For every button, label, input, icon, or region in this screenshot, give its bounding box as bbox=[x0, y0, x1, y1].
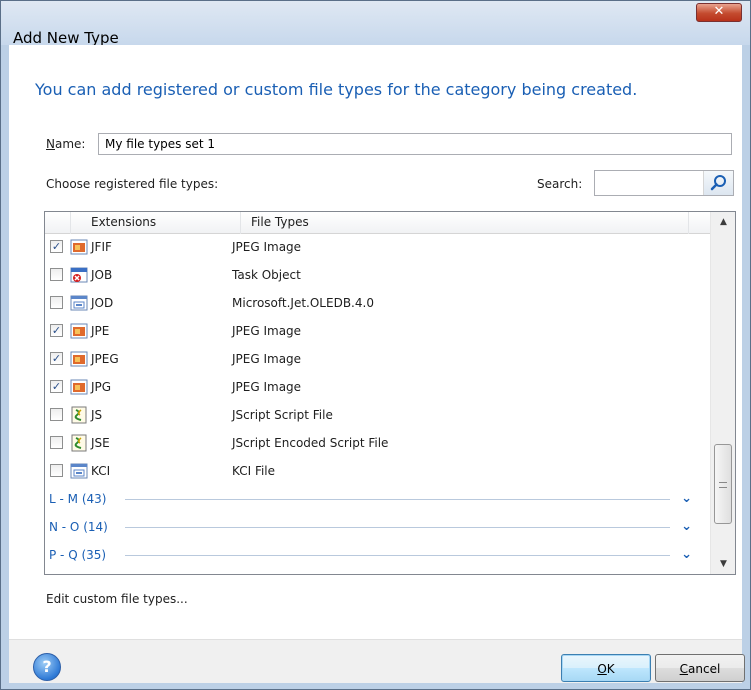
generic-app-icon bbox=[70, 294, 88, 312]
row-file-type: Task Object bbox=[232, 268, 301, 282]
list-row[interactable]: JSE JScript Encoded Script File bbox=[45, 430, 710, 458]
file-types-list: Extensions File Types ✓ JFIF JPEG Image JOB… bbox=[44, 211, 736, 575]
row-extension: JFIF bbox=[91, 240, 112, 254]
row-extension: JOB bbox=[91, 268, 113, 282]
row-checkbox[interactable] bbox=[50, 268, 63, 281]
list-row[interactable]: JOD Microsoft.Jet.OLEDB.4.0 bbox=[45, 290, 710, 318]
group-label: N - O (14) bbox=[49, 520, 114, 534]
group-divider bbox=[125, 499, 670, 500]
row-extension: JS bbox=[91, 408, 103, 422]
scroll-up-arrow[interactable]: ▲ bbox=[711, 212, 735, 232]
chevron-down-icon[interactable]: ⌄ bbox=[681, 491, 692, 506]
list-row[interactable]: ✓ JPG JPEG Image bbox=[45, 374, 710, 402]
jpeg-image-icon bbox=[70, 322, 88, 340]
scroll-thumb[interactable] bbox=[714, 444, 732, 524]
row-extension: KCI bbox=[91, 464, 111, 478]
header-checkbox-column bbox=[45, 212, 71, 234]
group-header[interactable]: N - O (14) ⌄ bbox=[45, 514, 710, 542]
edit-custom-file-types-link[interactable]: Edit custom file types... bbox=[46, 592, 188, 606]
row-checkbox[interactable]: ✓ bbox=[50, 380, 63, 393]
row-file-type: JPEG Image bbox=[232, 352, 302, 366]
vertical-scrollbar[interactable]: ▲ ▼ bbox=[710, 212, 735, 574]
name-field[interactable]: My file types set 1 bbox=[98, 133, 732, 155]
row-checkbox[interactable]: ✓ bbox=[50, 240, 63, 253]
column-header-extensions[interactable]: Extensions bbox=[71, 212, 241, 234]
group-header[interactable]: P - Q (35) ⌄ bbox=[45, 542, 710, 570]
group-divider bbox=[125, 527, 670, 528]
instruction-text: You can add registered or custom file ty… bbox=[35, 80, 638, 99]
search-icon bbox=[710, 175, 726, 191]
row-file-type: Microsoft.Jet.OLEDB.4.0 bbox=[232, 296, 374, 310]
row-extension: JSE bbox=[91, 436, 110, 450]
title-bar: Add New Type ✕ bbox=[1, 1, 750, 47]
name-label: Name: bbox=[46, 137, 86, 151]
scroll-down-arrow[interactable]: ▼ bbox=[711, 554, 735, 574]
row-extension: JPEG bbox=[91, 352, 119, 366]
jpeg-image-icon bbox=[70, 378, 88, 396]
cancel-button[interactable]: Cancel bbox=[655, 654, 745, 682]
scroll-grip-icon bbox=[719, 482, 727, 488]
row-file-type: JScript Script File bbox=[232, 408, 333, 422]
jpeg-image-icon bbox=[70, 350, 88, 368]
help-icon[interactable]: ? bbox=[33, 653, 61, 681]
task-object-icon bbox=[70, 266, 88, 284]
row-extension: JOD bbox=[91, 296, 114, 310]
dialog-window: Add New Type ✕ You can add registered or… bbox=[0, 0, 751, 690]
list-header: Extensions File Types bbox=[45, 212, 710, 234]
row-checkbox[interactable]: ✓ bbox=[50, 324, 63, 337]
choose-file-types-label: Choose registered file types: bbox=[46, 177, 219, 191]
chevron-down-icon[interactable]: ⌄ bbox=[681, 519, 692, 534]
search-button[interactable] bbox=[703, 171, 733, 195]
list-row[interactable]: ✓ JFIF JPEG Image bbox=[45, 234, 710, 262]
row-checkbox[interactable] bbox=[50, 408, 63, 421]
row-file-type: JPEG Image bbox=[232, 380, 302, 394]
row-checkbox[interactable] bbox=[50, 436, 63, 449]
list-row[interactable]: KCI KCI File bbox=[45, 458, 710, 486]
generic-app-icon bbox=[70, 462, 88, 480]
row-file-type: JPEG Image bbox=[232, 240, 302, 254]
ok-button[interactable]: OK bbox=[561, 654, 651, 682]
group-divider bbox=[125, 555, 670, 556]
column-header-file-types[interactable]: File Types bbox=[241, 212, 689, 234]
group-label: L - M (43) bbox=[49, 492, 113, 506]
search-input[interactable] bbox=[595, 171, 699, 195]
dialog-footer: ? OK Cancel bbox=[9, 639, 745, 683]
search-box bbox=[594, 170, 734, 196]
row-file-type: JScript Encoded Script File bbox=[232, 436, 389, 450]
list-row[interactable]: ✓ JPE JPEG Image bbox=[45, 318, 710, 346]
script-file-icon bbox=[70, 406, 88, 424]
list-row[interactable]: JOB Task Object bbox=[45, 262, 710, 290]
script-file-icon bbox=[70, 434, 88, 452]
row-file-type: KCI File bbox=[232, 464, 276, 478]
close-button[interactable]: ✕ bbox=[696, 3, 742, 22]
row-checkbox[interactable] bbox=[50, 464, 63, 477]
chevron-down-icon[interactable]: ⌄ bbox=[681, 547, 692, 562]
row-file-type: JPEG Image bbox=[232, 324, 302, 338]
jpeg-image-icon bbox=[70, 238, 88, 256]
list-row[interactable]: JS JScript Script File bbox=[45, 402, 710, 430]
dialog-body: You can add registered or custom file ty… bbox=[9, 45, 742, 639]
row-checkbox[interactable] bbox=[50, 296, 63, 309]
search-label: Search: bbox=[537, 177, 583, 191]
group-header[interactable]: L - M (43) ⌄ bbox=[45, 486, 710, 514]
list-row[interactable]: ✓ JPEG JPEG Image bbox=[45, 346, 710, 374]
row-extension: JPE bbox=[91, 324, 110, 338]
group-label: P - Q (35) bbox=[49, 548, 113, 562]
row-checkbox[interactable]: ✓ bbox=[50, 352, 63, 365]
row-extension: JPG bbox=[91, 380, 112, 394]
